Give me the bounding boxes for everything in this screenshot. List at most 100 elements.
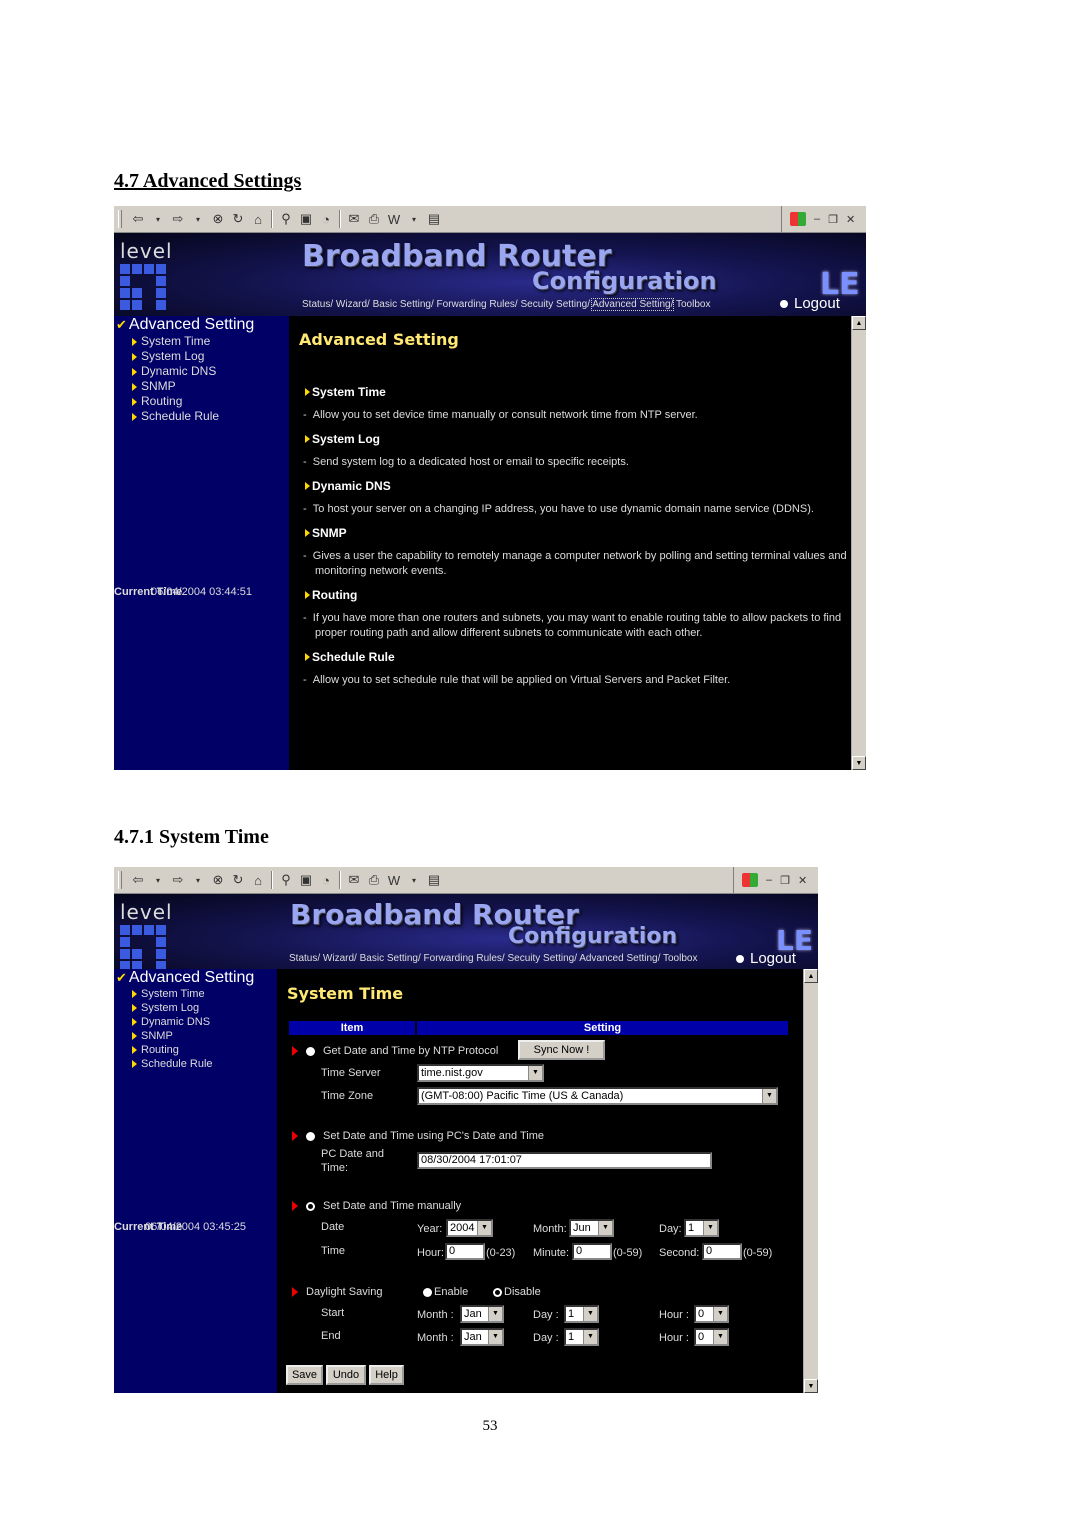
sidebar-item-system-log[interactable]: System Log (114, 349, 289, 364)
year-select[interactable]: 2004 ▼ (446, 1219, 493, 1237)
scroll-down-icon[interactable]: ▼ (804, 1379, 818, 1393)
manual-radio[interactable] (306, 1201, 315, 1211)
mail-icon[interactable]: ✉ (347, 872, 361, 888)
print-icon[interactable]: ⎙ (367, 872, 381, 888)
sidebar-item-dynamic-dns[interactable]: Dynamic DNS (114, 1015, 277, 1029)
time-server-select[interactable]: time.nist.gov ▼ (417, 1064, 544, 1082)
search-icon[interactable]: ⚲ (279, 211, 293, 227)
dropdown-icon[interactable]: ▾ (151, 211, 165, 227)
dst-start-month-select[interactable]: Jan ▼ (460, 1305, 504, 1323)
minute-field[interactable]: 0 (572, 1243, 612, 1260)
minimize-icon[interactable]: – (814, 213, 820, 225)
dst-end-hour-select[interactable]: 0 ▼ (694, 1328, 729, 1346)
toolbar-grip[interactable] (118, 871, 122, 889)
search-icon[interactable]: ⚲ (279, 872, 293, 888)
discuss-icon[interactable]: ▤ (427, 211, 441, 227)
nav-toolbox[interactable]: Toolbox (676, 299, 710, 310)
nav-basic-setting[interactable]: Basic Setting/ (373, 299, 434, 310)
nav-security-setting[interactable]: Secuity Setting/ (507, 953, 576, 964)
logout-link[interactable]: Logout (736, 950, 796, 967)
vertical-scrollbar[interactable]: ▲ ▼ (803, 969, 818, 1393)
nav-basic-setting[interactable]: Basic Setting/ (360, 953, 421, 964)
restore-icon[interactable]: ❐ (780, 874, 790, 887)
back-icon[interactable]: ⇦ (131, 872, 145, 888)
stop-icon[interactable]: ⊗ (211, 872, 225, 888)
favorites-icon[interactable]: ▣ (299, 872, 313, 888)
sidebar-item-system-log[interactable]: System Log (114, 1001, 277, 1015)
time-zone-select[interactable]: (GMT-08:00) Pacific Time (US & Canada) ▼ (417, 1087, 778, 1105)
edit-icon[interactable]: W (387, 872, 401, 888)
sidebar-item-snmp[interactable]: SNMP (114, 1029, 277, 1043)
dropdown-icon[interactable]: ▾ (407, 211, 421, 227)
save-button[interactable]: Save (286, 1365, 323, 1385)
refresh-icon[interactable]: ↻ (231, 872, 245, 888)
day-select[interactable]: 1 ▼ (684, 1219, 719, 1237)
restore-icon[interactable]: ❐ (828, 213, 838, 226)
dst-start-hour-select[interactable]: 0 ▼ (694, 1305, 729, 1323)
pc-date-time-field[interactable]: 08/30/2004 17:01:07 (417, 1152, 712, 1169)
dst-disable-radio[interactable] (493, 1287, 502, 1297)
stop-icon[interactable]: ⊗ (211, 211, 225, 227)
vertical-scrollbar[interactable]: ▲ ▼ (851, 316, 866, 770)
logout-link[interactable]: Logout (780, 295, 840, 312)
nav-wizard[interactable]: Wizard/ (323, 953, 357, 964)
close-icon[interactable]: ✕ (798, 874, 807, 887)
month-select[interactable]: Jun ▼ (569, 1219, 614, 1237)
nav-advanced-setting[interactable]: Advanced Setting/ (579, 953, 660, 964)
nav-toolbox[interactable]: Toolbox (663, 953, 697, 964)
dst-end-day-select[interactable]: 1 ▼ (564, 1328, 599, 1346)
scroll-down-icon[interactable]: ▼ (852, 756, 866, 770)
dropdown-icon[interactable]: ▾ (191, 872, 205, 888)
undo-button[interactable]: Undo (326, 1365, 366, 1385)
sidebar-item-schedule-rule[interactable]: Schedule Rule (114, 409, 289, 424)
dropdown-icon[interactable]: ▾ (191, 211, 205, 227)
scroll-up-icon[interactable]: ▲ (852, 316, 866, 330)
dst-start-day-select[interactable]: 1 ▼ (564, 1305, 599, 1323)
forward-icon[interactable]: ⇨ (171, 211, 185, 227)
nav-advanced-setting[interactable]: Advanced Setting/ (591, 298, 675, 311)
sidebar-item-system-time[interactable]: System Time (114, 334, 289, 349)
daylight-saving-label: Daylight Saving (306, 1286, 383, 1298)
scroll-up-icon[interactable]: ▲ (804, 969, 818, 983)
second-field[interactable]: 0 (702, 1243, 742, 1260)
print-icon[interactable]: ⎙ (367, 211, 381, 227)
toolbar-grip[interactable] (118, 210, 122, 228)
sidebar-title[interactable]: ✔ Advanced Setting (114, 316, 289, 334)
sync-now-button[interactable]: Sync Now ! (518, 1040, 605, 1060)
nav-forwarding-rules[interactable]: Forwarding Rules/ (437, 299, 518, 310)
history-icon[interactable]: ◔ (319, 211, 333, 227)
dst-end-month-select[interactable]: Jan ▼ (460, 1328, 504, 1346)
edit-icon[interactable]: W (387, 211, 401, 227)
help-button[interactable]: Help (369, 1365, 404, 1385)
sidebar-item-snmp[interactable]: SNMP (114, 379, 289, 394)
minimize-icon[interactable]: – (766, 874, 772, 886)
close-icon[interactable]: ✕ (846, 213, 855, 226)
back-icon[interactable]: ⇦ (131, 211, 145, 227)
sidebar-item-dynamic-dns[interactable]: Dynamic DNS (114, 364, 289, 379)
sidebar-item-routing[interactable]: Routing (114, 394, 289, 409)
nav-forwarding-rules[interactable]: Forwarding Rules/ (424, 953, 505, 964)
refresh-icon[interactable]: ↻ (231, 211, 245, 227)
forward-icon[interactable]: ⇨ (171, 872, 185, 888)
dropdown-icon[interactable]: ▾ (407, 872, 421, 888)
home-icon[interactable]: ⌂ (251, 872, 265, 888)
nav-security-setting[interactable]: Secuity Setting/ (520, 299, 589, 310)
sidebar-title-label: Advanced Setting (128, 969, 255, 986)
nav-status[interactable]: Status/ (289, 953, 320, 964)
sidebar-item-system-time[interactable]: System Time (114, 987, 277, 1001)
nav-wizard[interactable]: Wizard/ (336, 299, 370, 310)
pc-time-radio[interactable] (306, 1131, 315, 1141)
discuss-icon[interactable]: ▤ (427, 872, 441, 888)
sidebar-item-routing[interactable]: Routing (114, 1043, 277, 1057)
history-icon[interactable]: ◔ (319, 872, 333, 888)
hour-field[interactable]: 0 (445, 1243, 485, 1260)
sidebar-item-schedule-rule[interactable]: Schedule Rule (114, 1057, 277, 1071)
dropdown-icon[interactable]: ▾ (151, 872, 165, 888)
nav-status[interactable]: Status/ (302, 299, 333, 310)
dst-enable-radio[interactable] (423, 1287, 432, 1297)
sidebar-title[interactable]: ✔ Advanced Setting (114, 969, 277, 987)
home-icon[interactable]: ⌂ (251, 211, 265, 227)
favorites-icon[interactable]: ▣ (299, 211, 313, 227)
ntp-radio[interactable] (306, 1046, 315, 1056)
mail-icon[interactable]: ✉ (347, 211, 361, 227)
